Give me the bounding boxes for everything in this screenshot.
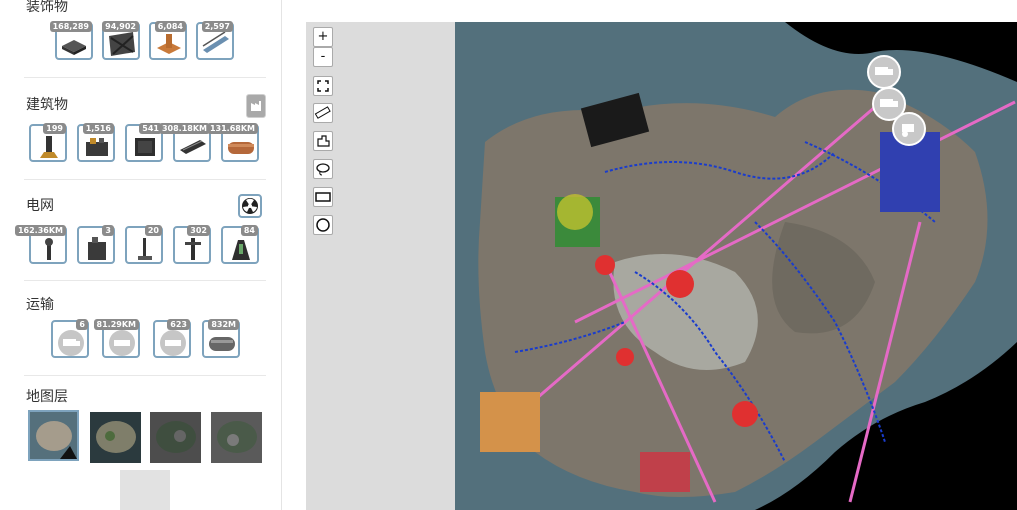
fullscreen-icon: [317, 80, 329, 92]
tile-power-lines[interactable]: 162.36KM: [14, 225, 67, 264]
count-badge: 832M: [208, 319, 239, 330]
wall-icon: [109, 32, 135, 56]
tile-foundations[interactable]: 168,289: [49, 21, 93, 60]
miner-icon: [40, 136, 58, 158]
count-badge: 308.18KM: [158, 123, 210, 134]
vehicle-marker[interactable]: [867, 55, 901, 89]
count-badge: 302: [187, 225, 210, 236]
count-badge: 199: [43, 123, 66, 134]
tractor-icon: [902, 124, 914, 137]
nuclear-filter-button[interactable]: [238, 194, 262, 218]
divider: [24, 179, 266, 180]
divider: [24, 280, 266, 281]
layer-default[interactable]: [28, 410, 79, 461]
layer-satellite-icon: [96, 421, 136, 453]
divider: [24, 77, 266, 78]
factory-icon: [251, 101, 261, 111]
assembler-icon: [86, 138, 108, 156]
tile-miners[interactable]: 199: [29, 123, 67, 162]
ruler-icon: [314, 106, 331, 119]
tile-conveyor-belts[interactable]: 308.18KM: [158, 123, 211, 162]
walkway-icon: [202, 31, 229, 53]
count-badge: 162.36KM: [14, 225, 66, 236]
truck-icon: [58, 330, 84, 356]
tile-trucks[interactable]: 6: [51, 319, 89, 358]
section-title-decorations: 装饰物: [26, 0, 68, 15]
count-badge: 81.29KM: [93, 319, 139, 330]
count-badge: 6,084: [154, 21, 186, 32]
zoom-out-icon: -: [320, 49, 326, 64]
count-badge: 2,597: [201, 21, 233, 32]
tile-generators[interactable]: 3: [77, 225, 115, 264]
ruler-button[interactable]: [313, 103, 333, 123]
layer-terrain-icon: [217, 421, 257, 453]
train-icon: [160, 330, 186, 356]
section-title-buildings: 建筑物: [26, 97, 68, 113]
power-storage-icon: [232, 240, 250, 260]
layer-terrain[interactable]: [211, 412, 262, 463]
layer-placeholder: [120, 470, 170, 510]
radiation-icon: [242, 198, 258, 214]
divider: [24, 375, 266, 376]
rectangle-icon: [315, 192, 331, 202]
polygon-button[interactable]: [313, 131, 333, 151]
circle-button[interactable]: [313, 215, 333, 235]
count-badge: 168,289: [49, 21, 92, 32]
power-tower-icon: [185, 238, 201, 260]
conveyor-belt-icon: [180, 140, 206, 154]
tile-pillars[interactable]: 6,084: [149, 21, 187, 60]
sidebar: 装饰物 168,289 94,902 6,084 2,597 建筑物 199 1…: [0, 0, 282, 510]
railway-icon: [109, 330, 135, 356]
vehicle-marker[interactable]: [892, 112, 926, 146]
zoom-in-button[interactable]: +: [313, 27, 333, 47]
tile-trains[interactable]: 623: [153, 319, 191, 358]
generator-icon: [88, 237, 106, 260]
rectangle-button[interactable]: [313, 187, 333, 207]
factory-filter-button[interactable]: [246, 94, 266, 118]
count-badge: 84: [240, 225, 258, 236]
tile-assemblers[interactable]: 1,516: [77, 123, 115, 162]
count-badge: 623: [167, 319, 190, 330]
tile-storage[interactable]: 541: [125, 123, 163, 162]
count-badge: 1,516: [82, 123, 114, 134]
truck-icon: [875, 67, 893, 75]
hypertube-icon: [209, 337, 235, 351]
factory-map[interactable]: [455, 22, 1017, 510]
count-badge: 20: [144, 225, 162, 236]
foundation-icon: [62, 40, 86, 55]
zoom-in-icon: +: [317, 29, 329, 44]
lasso-icon: [316, 163, 330, 176]
count-badge: 3: [102, 225, 114, 236]
tile-walkways[interactable]: 2,597: [196, 21, 234, 60]
pipeline-icon: [228, 142, 254, 154]
fullscreen-button[interactable]: [313, 76, 333, 96]
circle-icon: [316, 218, 330, 232]
tile-pipelines[interactable]: 131.68KM: [206, 123, 259, 162]
section-title-map-layers: 地图层: [26, 389, 68, 405]
tile-hypertubes[interactable]: 832M: [202, 319, 240, 358]
count-badge: 94,902: [102, 21, 139, 32]
storage-icon: [135, 138, 155, 156]
zoom-out-button[interactable]: -: [313, 47, 333, 67]
layer-default-icon: [36, 421, 77, 459]
tile-power-storage[interactable]: 84: [221, 225, 259, 264]
tile-power-towers[interactable]: 302: [173, 225, 211, 264]
tile-power-poles[interactable]: 20: [125, 225, 163, 264]
count-badge: 131.68KM: [206, 123, 258, 134]
layer-dark[interactable]: [150, 412, 201, 463]
power-line-icon: [45, 238, 53, 260]
tile-railways[interactable]: 81.29KM: [93, 319, 140, 358]
tile-walls[interactable]: 94,902: [102, 21, 140, 60]
power-pole-icon: [138, 238, 152, 260]
layer-dark-icon: [156, 421, 196, 453]
lasso-button[interactable]: [313, 159, 333, 179]
section-title-power: 电网: [26, 198, 54, 214]
section-title-transport: 运输: [26, 297, 54, 313]
layer-satellite[interactable]: [90, 412, 141, 463]
polygon-icon: [317, 135, 330, 147]
pillar-icon: [157, 34, 181, 54]
count-badge: 6: [76, 319, 88, 330]
